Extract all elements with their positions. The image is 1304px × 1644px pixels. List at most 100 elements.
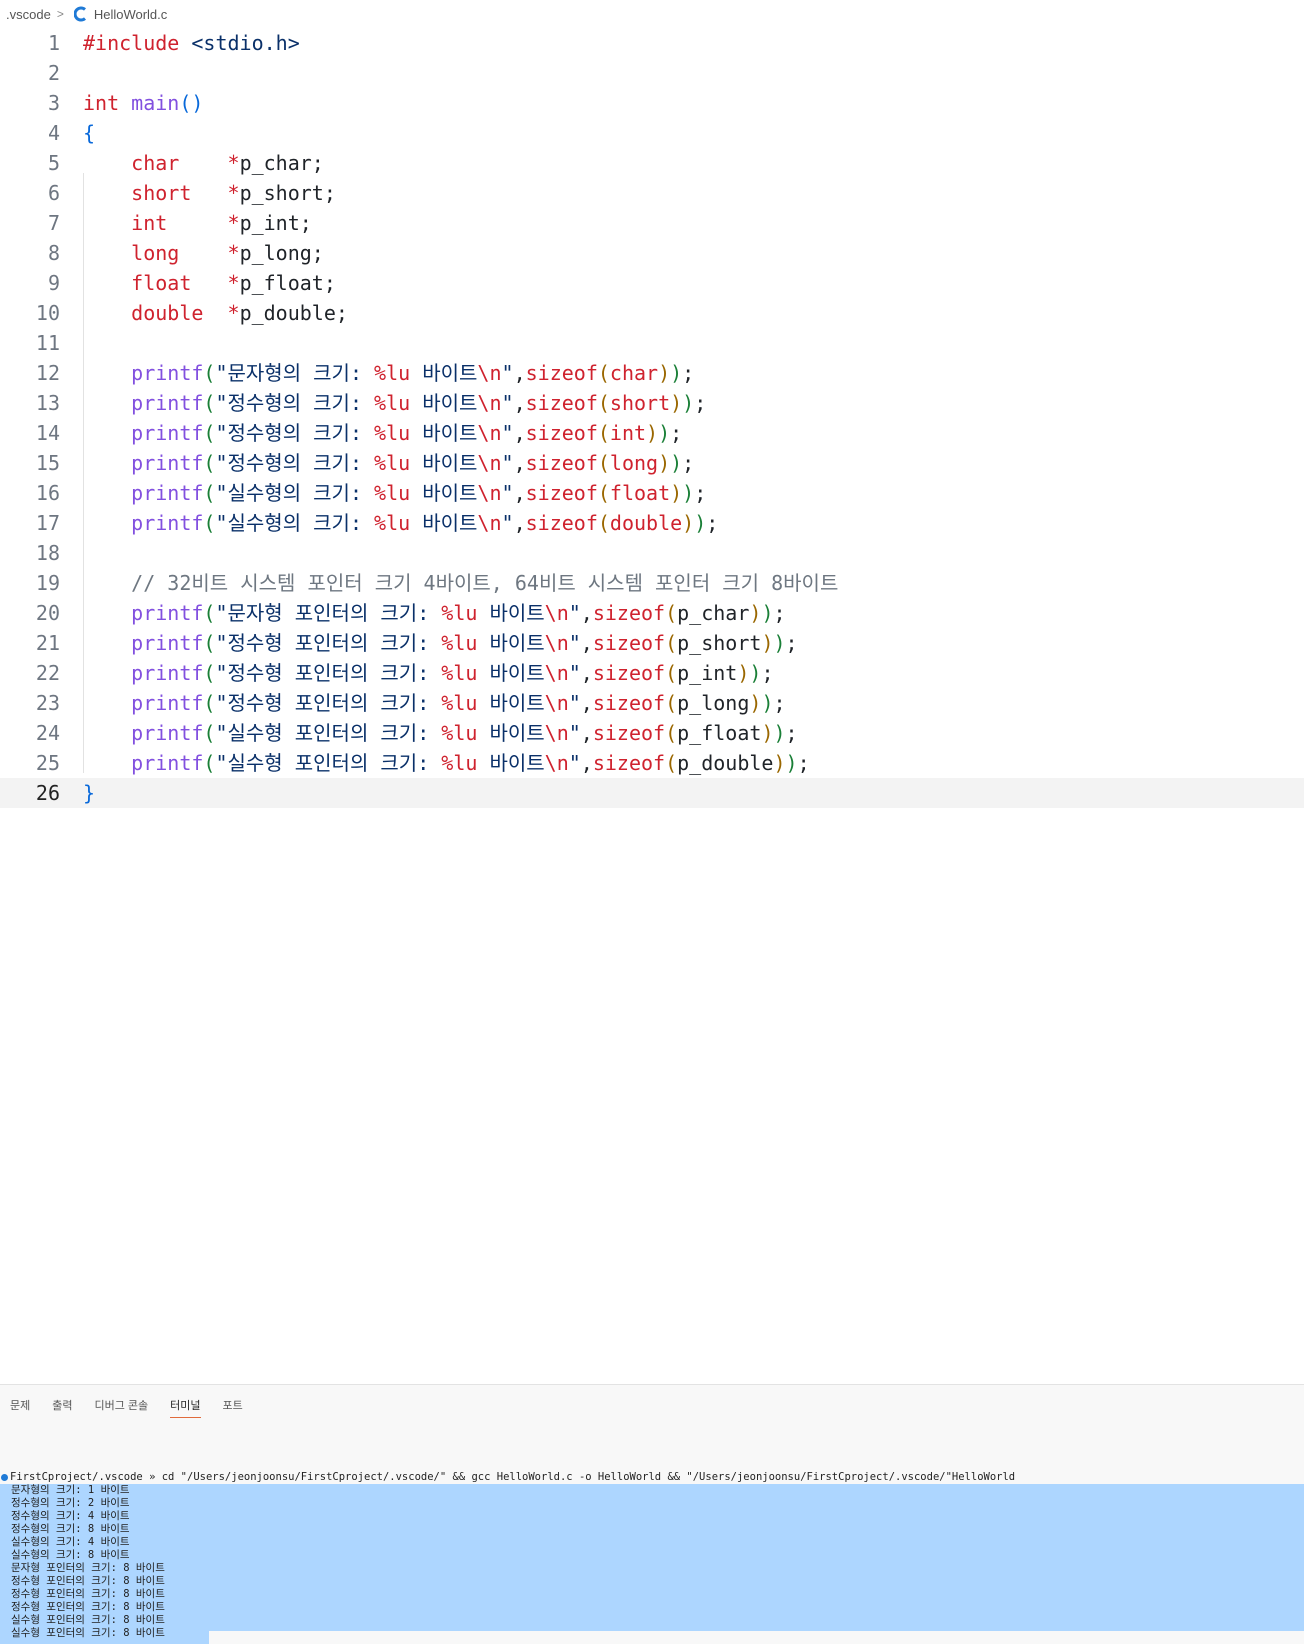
line-code: char *p_char;: [83, 148, 324, 178]
code-line[interactable]: 3 int main(): [0, 88, 1304, 118]
panel-tab[interactable]: 디버그 콘솔: [95, 1397, 149, 1418]
code-line[interactable]: 21 printf("정수형 포인터의 크기: %lu 바이트\n",sizeo…: [0, 628, 1304, 658]
line-number: 22: [35, 661, 60, 685]
code-line[interactable]: 10 double *p_double;: [0, 298, 1304, 328]
code-token: "정수형의 크기:: [215, 421, 375, 445]
code-line[interactable]: 22 printf("정수형 포인터의 크기: %lu 바이트\n",sizeo…: [0, 658, 1304, 688]
code-token: ": [568, 601, 581, 625]
code-line[interactable]: 1 #include <stdio.h>: [0, 28, 1304, 58]
line-number: 5: [47, 151, 60, 175]
code-line[interactable]: 5 char *p_char;: [0, 148, 1304, 178]
panel-tab[interactable]: 출력: [52, 1397, 72, 1418]
code-token: p_long: [677, 691, 750, 715]
code-token: ): [670, 451, 683, 475]
code-token: p_double: [677, 751, 774, 775]
line-number: 1: [47, 31, 60, 55]
code-line[interactable]: 16 printf("실수형의 크기: %lu 바이트\n",sizeof(fl…: [0, 478, 1304, 508]
code-token: ": [501, 451, 514, 475]
code-token: sizeof: [592, 601, 666, 625]
code-line[interactable]: 15 printf("정수형의 크기: %lu 바이트\n",sizeof(lo…: [0, 448, 1304, 478]
code-token: printf: [131, 481, 204, 505]
code-token: p_float;: [239, 271, 336, 295]
code-token: ;: [694, 481, 707, 505]
breadcrumb: .vscode > HelloWorld.c: [0, 0, 1304, 28]
breadcrumb-folder[interactable]: .vscode: [6, 7, 51, 22]
code-token: \n: [544, 721, 569, 745]
code-line[interactable]: 14 printf("정수형의 크기: %lu 바이트\n",sizeof(in…: [0, 418, 1304, 448]
code-token: ,: [513, 481, 526, 505]
code-token: sizeof: [525, 421, 598, 445]
line-code: printf("문자형의 크기: %lu 바이트\n",sizeof(char)…: [83, 358, 694, 388]
code-line[interactable]: 2: [0, 58, 1304, 88]
code-token: ;: [694, 391, 707, 415]
code-token: p_char: [677, 601, 750, 625]
panel-tab[interactable]: 포트: [223, 1397, 243, 1418]
code-token: int: [83, 91, 120, 115]
code-editor[interactable]: 1 #include <stdio.h> 2 3 int main() 4{5 char …: [0, 28, 1304, 808]
code-line[interactable]: 7 int *p_int;: [0, 208, 1304, 238]
code-line[interactable]: 8 long *p_long;: [0, 238, 1304, 268]
code-token: ,: [513, 451, 526, 475]
code-line[interactable]: 11: [0, 328, 1304, 358]
line-number: 15: [35, 451, 60, 475]
code-token: ": [501, 391, 514, 415]
code-token: printf: [131, 511, 204, 535]
code-token: *: [227, 271, 240, 295]
code-line[interactable]: 9 float *p_float;: [0, 268, 1304, 298]
terminal-output-line: 정수형 포인터의 크기: 8 바이트: [11, 1601, 165, 1613]
code-line[interactable]: 26}: [0, 778, 1304, 808]
code-line[interactable]: 18: [0, 538, 1304, 568]
code-token: ): [773, 751, 786, 775]
code-token: 바이트: [477, 751, 545, 775]
code-line[interactable]: 23 printf("정수형 포인터의 크기: %lu 바이트\n",sizeo…: [0, 688, 1304, 718]
code-token: double: [609, 511, 683, 535]
code-token: "정수형 포인터의 크기:: [215, 661, 442, 685]
line-number: 10: [35, 301, 60, 325]
code-token: ;: [682, 361, 695, 385]
code-token: ): [761, 631, 774, 655]
code-token: (: [597, 451, 610, 475]
bottom-panel: 문제 출력 디버그 콘솔 터미널 포트 FirstCproject/.vscode » …: [0, 1384, 1304, 1644]
terminal[interactable]: FirstCproject/.vscode » cd "/Users/jeonj…: [0, 1471, 1304, 1644]
panel-tab[interactable]: 터미널: [170, 1397, 201, 1418]
code-token: ): [646, 421, 659, 445]
code-token: ): [737, 661, 750, 685]
code-line[interactable]: 17 printf("실수형의 크기: %lu 바이트\n",sizeof(do…: [0, 508, 1304, 538]
code-token: p_char;: [239, 151, 324, 175]
code-line[interactable]: 25 printf("실수형 포인터의 크기: %lu 바이트\n",sizeo…: [0, 748, 1304, 778]
breadcrumb-file[interactable]: HelloWorld.c: [94, 7, 167, 22]
code-line[interactable]: 6 short *p_short;: [0, 178, 1304, 208]
line-code: }: [83, 778, 95, 808]
code-token: <stdio.h>: [191, 31, 300, 55]
code-token: *: [227, 181, 240, 205]
line-code: double *p_double;: [83, 298, 348, 328]
line-number: 3: [47, 91, 60, 115]
line-number: 8: [47, 241, 60, 265]
code-line[interactable]: 19 // 32비트 시스템 포인터 크기 4바이트, 64비트 시스템 포인터…: [0, 568, 1304, 598]
code-token: sizeof: [592, 751, 666, 775]
line-code: printf("정수형의 크기: %lu 바이트\n",sizeof(long)…: [83, 448, 694, 478]
code-line[interactable]: 12 printf("문자형의 크기: %lu 바이트\n",sizeof(ch…: [0, 358, 1304, 388]
code-token: (: [203, 601, 216, 625]
code-token: printf: [131, 421, 204, 445]
code-token: (: [203, 391, 216, 415]
code-token: double: [131, 301, 204, 325]
code-token: 바이트: [477, 601, 545, 625]
code-line[interactable]: 4{: [0, 118, 1304, 148]
code-token: sizeof: [592, 691, 666, 715]
code-token: %lu: [441, 721, 478, 745]
code-line[interactable]: 20 printf("문자형 포인터의 크기: %lu 바이트\n",sizeo…: [0, 598, 1304, 628]
code-token: printf: [131, 691, 204, 715]
code-token: %lu: [441, 751, 478, 775]
code-token: printf: [131, 721, 204, 745]
code-line[interactable]: 13 printf("정수형의 크기: %lu 바이트\n",sizeof(sh…: [0, 388, 1304, 418]
panel-tab[interactable]: 문제: [10, 1397, 30, 1418]
code-line[interactable]: 24 printf("실수형 포인터의 크기: %lu 바이트\n",sizeo…: [0, 718, 1304, 748]
code-token: ;: [761, 661, 774, 685]
